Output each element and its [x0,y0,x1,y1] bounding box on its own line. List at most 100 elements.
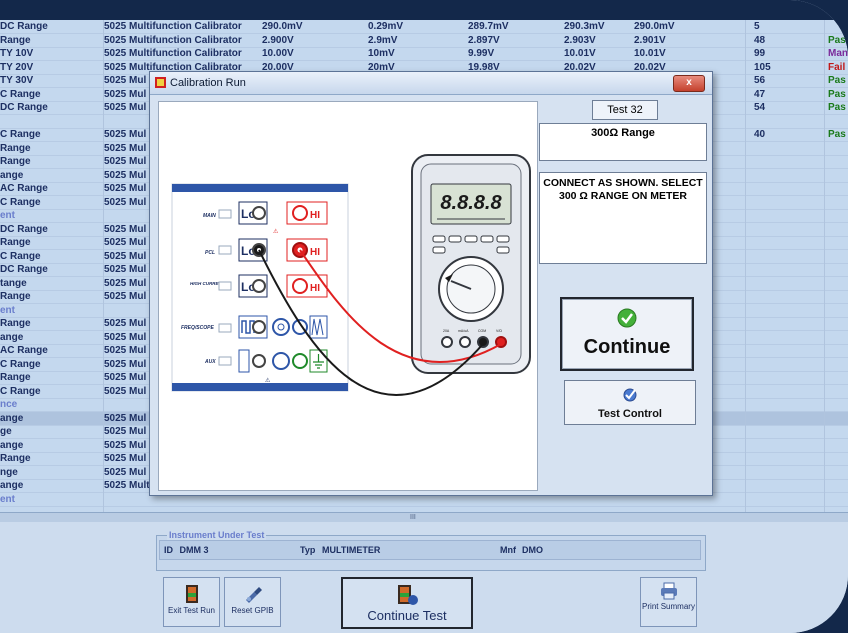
cell-instrument: 5025 Mul [104,237,147,248]
test-control-icon [623,388,637,402]
svg-text:⚠: ⚠ [265,377,271,384]
cell-tolerance: 0.29mV [368,21,404,32]
iut-info-field: ID DMM 3 Typ MULTIMETER Mnf DMO [159,540,701,560]
cell-instrument: 5025 Mul [104,129,147,140]
instruction-text: CONNECT AS SHOWN. SELECT 300 Ω RANGE ON … [543,177,703,202]
grid-column-divider [824,20,825,512]
cell-instrument: 5025 Mul [104,75,147,86]
cell-instrument: 5025 Mul [104,250,147,262]
row-label-pcl: PCL [205,250,215,256]
continue-button[interactable]: Continue [560,297,694,371]
cell-range: ent [0,304,15,316]
test-control-button[interactable]: Test Control [564,380,696,425]
cell-high: 2.903V [564,34,596,46]
high-current-hi-jack [292,278,308,294]
cell-instrument: 5025 Mul [104,385,147,397]
cell-time: 47 [754,88,766,100]
cell-tolerance: 10mV [368,48,395,59]
test-range: 300Ω Range [591,127,655,139]
cell-instrument: 5025 Mul [104,453,147,464]
cell-range: ge [0,426,12,437]
cell-range: AC Range [0,345,48,356]
scroll-grip[interactable]: III [410,514,416,521]
freq-scope-jack [252,320,266,334]
cell-result: Man [828,48,848,59]
exit-test-run-label: Exit Test Run [168,606,215,615]
dialog-titlebar[interactable]: Calibration Run x [150,72,712,95]
cell-range: tange [0,277,27,289]
exit-test-run-button[interactable]: Exit Test Run [163,577,220,627]
connection-diagram-svg: MAIN Lo HI ⚠ PCL Lo HI HIGH CURRENT Lo H… [171,154,531,396]
cell-time: 56 [754,75,766,86]
row-label-aux: AUX [204,359,216,365]
connection-diagram: MAIN Lo HI ⚠ PCL Lo HI HIGH CURRENT Lo H… [158,101,538,491]
cell-nominal: 2.900V [262,34,294,46]
table-row[interactable]: TY 10V 5025 Multifunction Calibrator 10.00… [0,47,848,61]
app-icon [155,77,166,88]
cell-range: DC Range [0,264,48,275]
cell-range: C Range [0,196,41,208]
cell-range: DC Range [0,102,48,113]
meter-jack-label: COM [478,329,486,333]
cell-range: C Range [0,129,41,140]
table-row[interactable]: DC Range 5025 Multifunction Calibrator 290… [0,20,848,34]
cell-range: nce [0,399,18,410]
cell-low: 2.897V [468,34,500,46]
continue-test-icon [398,585,418,605]
high-current-lo-jack [252,279,266,293]
grid-column-divider [745,20,746,512]
cell-range: C Range [0,385,41,397]
cell-range: Range [0,142,31,154]
row-label-freq-scope: FREQ/SCOPE [181,325,214,331]
table-row[interactable]: Range 5025 Multifunction Calibrator 2.900V… [0,34,848,48]
meter-jack-20a [441,336,453,348]
cell-range: nge [0,466,18,478]
print-summary-label: Print Summary [642,602,695,611]
pcl-hi-label: HI [310,247,320,258]
instrument-under-test-group: Instrument Under Test ID DMM 3 Typ MULTI… [156,530,706,571]
cell-time: 40 [754,129,766,140]
grid-column-divider [103,20,104,512]
cell-instrument: 5025 Mul [104,318,147,329]
exit-door-icon [185,585,198,603]
cell-instrument: 5025 Mul [104,331,147,343]
cell-range: Range [0,34,31,46]
cell-range: TY 30V [0,75,34,86]
gpib-plug-icon [245,587,262,603]
meter-jack-label: mA/uA [458,329,469,333]
cell-instrument: 5025 Mul [104,466,147,478]
cell-range: ange [0,331,24,343]
cell-result: Pas [828,88,846,100]
cell-instrument: 5025 Mul [104,156,147,167]
dialog-title: Calibration Run [170,77,246,89]
cell-instrument: 5025 Mul [104,412,147,424]
cell-range: ange [0,412,24,424]
print-summary-button[interactable]: Print Summary [640,577,697,627]
reset-gpib-button[interactable]: Reset GPIB [224,577,281,627]
cell-reading: 10.01V [634,48,666,59]
cell-result: Pas [828,129,846,140]
test-number-box: Test 32 [592,100,658,120]
cell-range: C Range [0,358,41,370]
cell-instrument: 5025 Mul [104,345,147,356]
cell-instrument: 5025 Mul [104,88,147,100]
cell-instrument: 5025 Mul [104,223,147,235]
aux-lo-jack [252,354,266,368]
cell-instrument: 5025 Multifunction Calibrator [104,21,242,32]
cell-range: ent [0,493,15,505]
cell-instrument: 5025 Mul [104,169,147,181]
calibrator-bottom-bar [172,383,348,391]
main-lo-jack [252,206,266,220]
cell-instrument: 5025 Mul [104,372,147,383]
cell-range: Range [0,291,31,302]
iut-id-label: ID [164,545,173,555]
cell-result: Pas [828,102,846,113]
cell-range: TY 20V [0,61,34,73]
close-button[interactable]: x [673,75,705,92]
test-number: Test 32 [607,104,643,116]
cell-instrument: 5025 Mul [104,291,147,302]
continue-test-button[interactable]: Continue Test [341,577,473,629]
cell-range: C Range [0,250,41,262]
cell-time: 99 [754,48,766,59]
cell-high: 10.01V [564,48,596,59]
